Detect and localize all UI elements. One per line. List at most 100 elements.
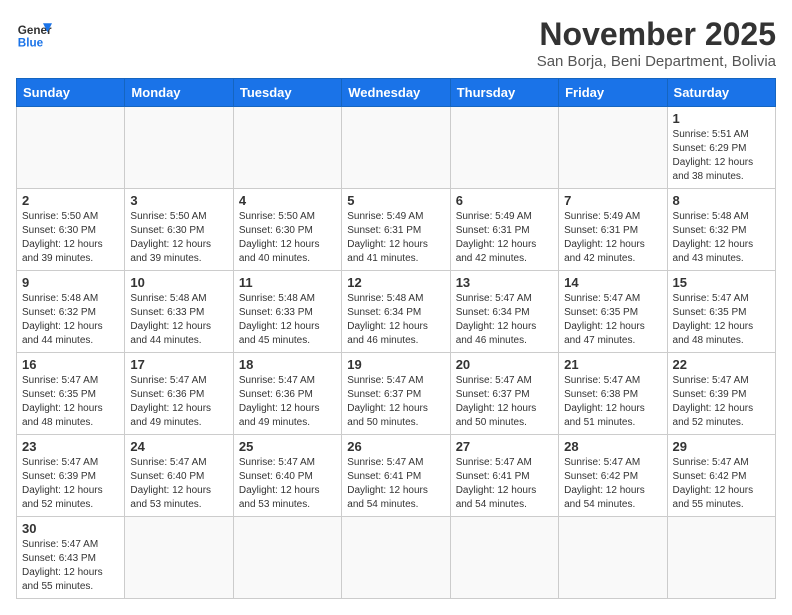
logo: General Blue [16,16,52,52]
day-number: 2 [22,193,119,208]
day-info: Sunrise: 5:47 AM Sunset: 6:39 PM Dayligh… [673,374,770,430]
calendar-cell: 7Sunrise: 5:49 AM Sunset: 6:31 PM Daylig… [559,189,667,271]
column-header-saturday: Saturday [667,79,775,107]
calendar-cell: 24 Sunrise: 5:47 AM Sunset: 6:40 PM Dayli… [125,435,233,517]
calendar-cell: 5Sunrise: 5:49 AM Sunset: 6:31 PM Daylig… [342,189,450,271]
calendar-cell [559,517,667,599]
calendar-cell: 12Sunrise: 5:48 AM Sunset: 6:34 PM Dayli… [342,271,450,353]
calendar-cell: 27Sunrise: 5:47 AM Sunset: 6:41 PM Dayli… [450,435,558,517]
calendar-cell: 19 Sunrise: 5:47 AM Sunset: 6:37 PM Dayli… [342,353,450,435]
day-number: 30 [22,521,119,536]
day-info: Sunrise: 5:48 AM Sunset: 6:33 PM Dayligh… [130,292,227,348]
calendar-week-row: 23 Sunrise: 5:47 AM Sunset: 6:39 PM Dayli… [17,435,776,517]
day-info: Sunrise: 5:48 AM Sunset: 6:33 PM Dayligh… [239,292,336,348]
calendar-header-row: SundayMondayTuesdayWednesdayThursdayFrid… [17,79,776,107]
day-info: Sunrise: 5:47 AM Sunset: 6:36 PM Dayligh… [130,374,227,430]
day-info: Sunrise: 5:47 AM Sunset: 6:40 PM Dayligh… [239,456,336,512]
day-info: Sunrise: 5:50 AM Sunset: 6:30 PM Dayligh… [22,210,119,266]
column-header-wednesday: Wednesday [342,79,450,107]
calendar-cell [17,107,125,189]
calendar-cell: 28Sunrise: 5:47 AM Sunset: 6:42 PM Dayli… [559,435,667,517]
day-number: 22 [673,357,770,372]
calendar-cell [342,517,450,599]
calendar-cell: 2 Sunrise: 5:50 AM Sunset: 6:30 PM Daylig… [17,189,125,271]
calendar-cell: 17 Sunrise: 5:47 AM Sunset: 6:36 PM Dayli… [125,353,233,435]
day-number: 3 [130,193,227,208]
day-info: Sunrise: 5:47 AM Sunset: 6:39 PM Dayligh… [22,456,119,512]
day-info: Sunrise: 5:50 AM Sunset: 6:30 PM Dayligh… [239,210,336,266]
calendar-cell: 13 Sunrise: 5:47 AM Sunset: 6:34 PM Dayli… [450,271,558,353]
day-info: Sunrise: 5:48 AM Sunset: 6:32 PM Dayligh… [673,210,770,266]
calendar-table: SundayMondayTuesdayWednesdayThursdayFrid… [16,78,776,599]
calendar-cell [125,107,233,189]
calendar-cell: 30Sunrise: 5:47 AM Sunset: 6:43 PM Dayli… [17,517,125,599]
calendar-cell: 10 Sunrise: 5:48 AM Sunset: 6:33 PM Dayli… [125,271,233,353]
calendar-cell: 22 Sunrise: 5:47 AM Sunset: 6:39 PM Dayli… [667,353,775,435]
day-info: Sunrise: 5:47 AM Sunset: 6:42 PM Dayligh… [564,456,661,512]
month-title: November 2025 [537,16,776,53]
calendar-week-row: 1 Sunrise: 5:51 AM Sunset: 6:29 PM Daylig… [17,107,776,189]
calendar-cell: 29Sunrise: 5:47 AM Sunset: 6:42 PM Dayli… [667,435,775,517]
day-number: 9 [22,275,119,290]
day-info: Sunrise: 5:47 AM Sunset: 6:38 PM Dayligh… [564,374,661,430]
column-header-thursday: Thursday [450,79,558,107]
calendar-cell [233,107,341,189]
day-info: Sunrise: 5:49 AM Sunset: 6:31 PM Dayligh… [456,210,553,266]
calendar-cell: 1 Sunrise: 5:51 AM Sunset: 6:29 PM Daylig… [667,107,775,189]
page-header: General Blue November 2025 San Borja, Be… [16,16,776,70]
calendar-cell: 6 Sunrise: 5:49 AM Sunset: 6:31 PM Daylig… [450,189,558,271]
day-number: 1 [673,111,770,126]
day-number: 6 [456,193,553,208]
calendar-cell: 9Sunrise: 5:48 AM Sunset: 6:32 PM Daylig… [17,271,125,353]
calendar-cell: 4Sunrise: 5:50 AM Sunset: 6:30 PM Daylig… [233,189,341,271]
day-number: 25 [239,439,336,454]
day-info: Sunrise: 5:47 AM Sunset: 6:35 PM Dayligh… [673,292,770,348]
calendar-cell [667,517,775,599]
day-number: 10 [130,275,227,290]
day-info: Sunrise: 5:47 AM Sunset: 6:37 PM Dayligh… [456,374,553,430]
day-info: Sunrise: 5:47 AM Sunset: 6:35 PM Dayligh… [564,292,661,348]
day-number: 18 [239,357,336,372]
calendar-cell: 14 Sunrise: 5:47 AM Sunset: 6:35 PM Dayli… [559,271,667,353]
calendar-cell [125,517,233,599]
calendar-cell: 20Sunrise: 5:47 AM Sunset: 6:37 PM Dayli… [450,353,558,435]
day-info: Sunrise: 5:47 AM Sunset: 6:41 PM Dayligh… [456,456,553,512]
day-info: Sunrise: 5:47 AM Sunset: 6:34 PM Dayligh… [456,292,553,348]
day-number: 8 [673,193,770,208]
day-info: Sunrise: 5:47 AM Sunset: 6:40 PM Dayligh… [130,456,227,512]
day-info: Sunrise: 5:47 AM Sunset: 6:35 PM Dayligh… [22,374,119,430]
calendar-week-row: 16 Sunrise: 5:47 AM Sunset: 6:35 PM Dayli… [17,353,776,435]
day-number: 19 [347,357,444,372]
calendar-cell: 11Sunrise: 5:48 AM Sunset: 6:33 PM Dayli… [233,271,341,353]
calendar-cell: 21Sunrise: 5:47 AM Sunset: 6:38 PM Dayli… [559,353,667,435]
day-info: Sunrise: 5:49 AM Sunset: 6:31 PM Dayligh… [564,210,661,266]
svg-text:Blue: Blue [18,37,44,50]
day-number: 13 [456,275,553,290]
calendar-cell: 18Sunrise: 5:47 AM Sunset: 6:36 PM Dayli… [233,353,341,435]
day-number: 14 [564,275,661,290]
day-number: 16 [22,357,119,372]
day-info: Sunrise: 5:47 AM Sunset: 6:41 PM Dayligh… [347,456,444,512]
day-info: Sunrise: 5:51 AM Sunset: 6:29 PM Dayligh… [673,128,770,184]
location-subtitle: San Borja, Beni Department, Bolivia [537,53,776,70]
calendar-cell: 15 Sunrise: 5:47 AM Sunset: 6:35 PM Dayli… [667,271,775,353]
column-header-friday: Friday [559,79,667,107]
day-number: 24 [130,439,227,454]
calendar-cell: 23 Sunrise: 5:47 AM Sunset: 6:39 PM Dayli… [17,435,125,517]
day-number: 15 [673,275,770,290]
calendar-cell [559,107,667,189]
calendar-cell [342,107,450,189]
day-info: Sunrise: 5:48 AM Sunset: 6:34 PM Dayligh… [347,292,444,348]
column-header-sunday: Sunday [17,79,125,107]
day-number: 17 [130,357,227,372]
day-number: 5 [347,193,444,208]
calendar-cell [450,517,558,599]
calendar-week-row: 9Sunrise: 5:48 AM Sunset: 6:32 PM Daylig… [17,271,776,353]
day-number: 23 [22,439,119,454]
calendar-cell: 8 Sunrise: 5:48 AM Sunset: 6:32 PM Daylig… [667,189,775,271]
title-block: November 2025 San Borja, Beni Department… [537,16,776,70]
generalblue-logo-icon: General Blue [16,16,52,52]
calendar-cell: 16 Sunrise: 5:47 AM Sunset: 6:35 PM Dayli… [17,353,125,435]
day-info: Sunrise: 5:47 AM Sunset: 6:37 PM Dayligh… [347,374,444,430]
calendar-week-row: 2 Sunrise: 5:50 AM Sunset: 6:30 PM Daylig… [17,189,776,271]
